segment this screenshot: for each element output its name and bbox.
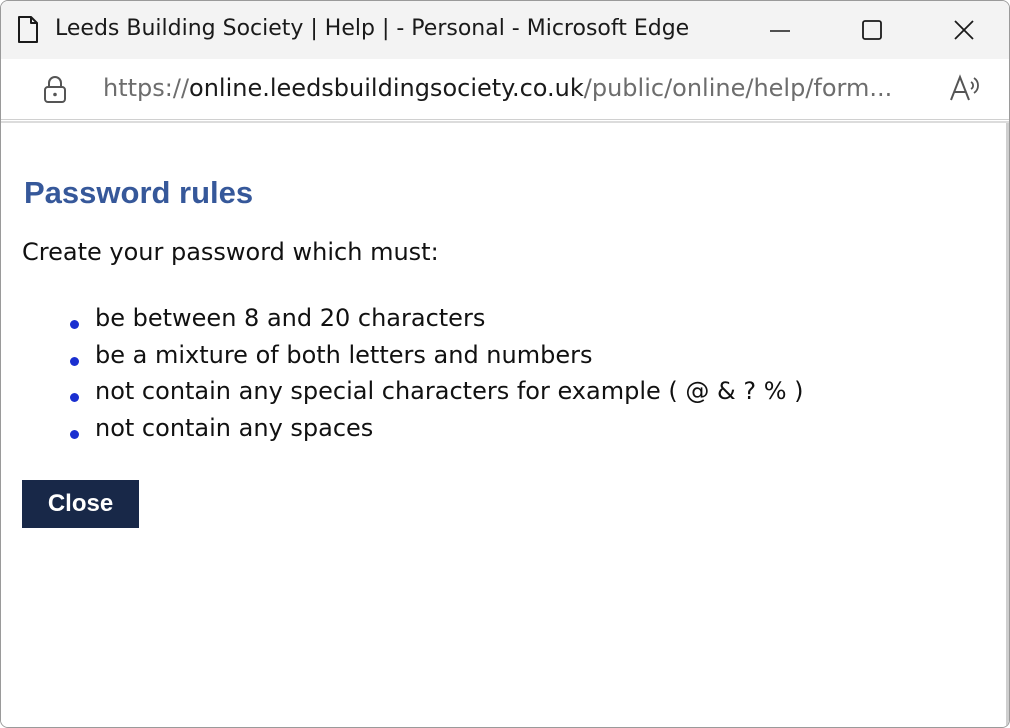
- close-button[interactable]: Close: [22, 480, 139, 528]
- url-host: online.leedsbuildingsociety.co.uk: [189, 74, 584, 102]
- url-text[interactable]: https://online.leedsbuildingsociety.co.u…: [103, 74, 892, 102]
- bullet-icon: [70, 356, 79, 366]
- help-page: Password rules Create your password whic…: [1, 123, 1009, 727]
- rule-text: not contain any spaces: [95, 413, 374, 442]
- maximize-icon: [862, 20, 882, 40]
- list-item: not contain any special characters for e…: [67, 377, 804, 414]
- browser-window: Leeds Building Society | Help | - Person…: [0, 0, 1010, 728]
- page-title: Password rules: [24, 175, 254, 210]
- window-title: Leeds Building Society | Help | - Person…: [55, 16, 690, 41]
- rule-text: be a mixture of both letters and numbers: [95, 340, 593, 369]
- list-item: not contain any spaces: [67, 414, 804, 451]
- minimize-icon: [770, 30, 790, 32]
- page-icon: [18, 16, 38, 43]
- close-window-button[interactable]: [918, 1, 1009, 59]
- bullet-icon: [70, 393, 79, 402]
- close-icon: [954, 20, 974, 40]
- list-item: be a mixture of both letters and numbers: [67, 341, 804, 378]
- read-aloud-icon[interactable]: [948, 73, 982, 103]
- rule-text: not contain any special characters for e…: [95, 377, 804, 405]
- bullet-icon: [70, 320, 79, 329]
- url-path: /public/online/help/form...: [583, 74, 893, 102]
- url-scheme: https://: [103, 74, 190, 102]
- maximize-button[interactable]: [826, 1, 918, 59]
- list-item: be between 8 and 20 characters: [67, 304, 804, 341]
- minimize-button[interactable]: [734, 1, 826, 59]
- address-bar[interactable]: https://online.leedsbuildingsociety.co.u…: [1, 59, 1009, 120]
- window-edge: [1006, 123, 1009, 727]
- password-rules-list: be between 8 and 20 characters be a mixt…: [67, 304, 804, 450]
- title-bar: Leeds Building Society | Help | - Person…: [1, 1, 1009, 59]
- bullet-icon: [70, 429, 79, 439]
- intro-text: Create your password which must:: [22, 238, 439, 266]
- rule-text: be between 8 and 20 characters: [95, 304, 486, 332]
- lock-icon[interactable]: [43, 76, 67, 104]
